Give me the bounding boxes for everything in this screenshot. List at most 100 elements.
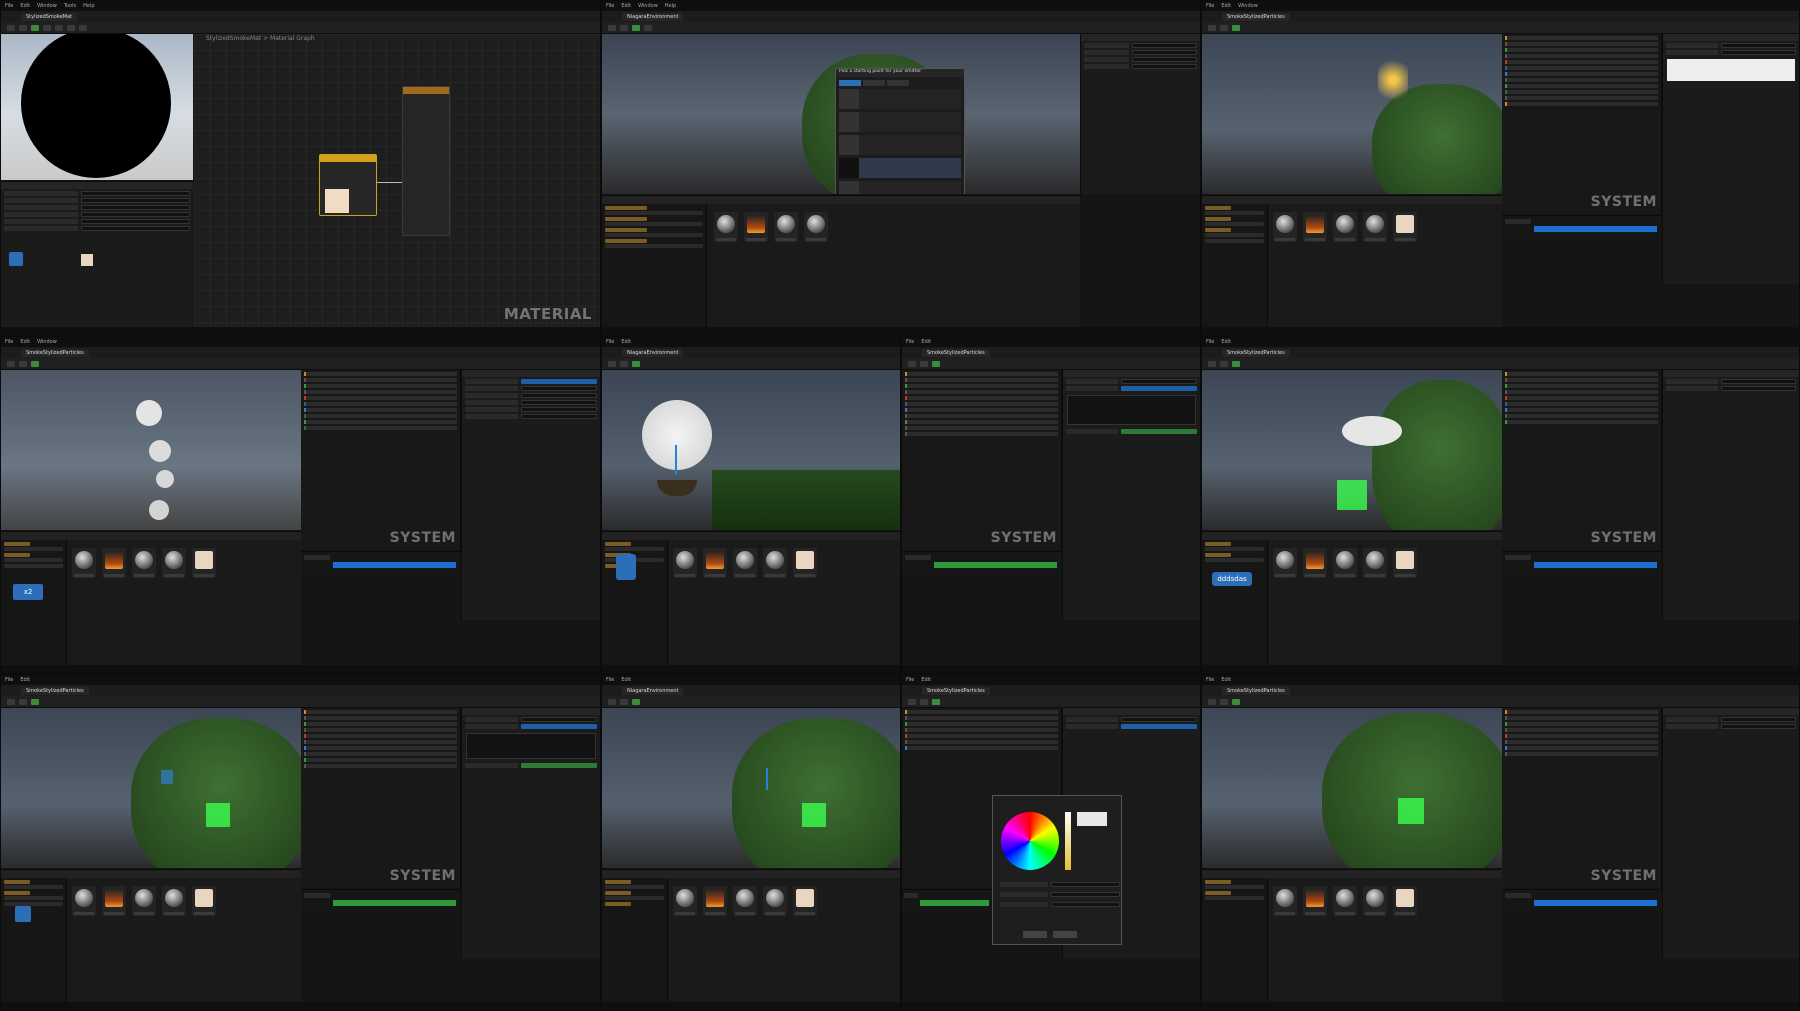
curve-editor[interactable]	[466, 733, 596, 759]
asset-tile[interactable]	[1303, 212, 1327, 242]
menu-file[interactable]: File	[1206, 3, 1214, 9]
param-row[interactable]	[1066, 379, 1197, 384]
param-row[interactable]	[1666, 50, 1796, 55]
level-viewport[interactable]	[602, 370, 900, 530]
details-row[interactable]	[4, 219, 190, 224]
menu-file[interactable]: File	[606, 3, 614, 9]
niagara-preview-viewport[interactable]	[1, 370, 301, 530]
menu-file[interactable]: File	[5, 677, 13, 683]
menu-edit[interactable]: Edit	[1221, 3, 1231, 9]
menu-file[interactable]: File	[1206, 677, 1214, 683]
asset-tile[interactable]	[1273, 212, 1297, 242]
dialog-tab-copy[interactable]	[887, 80, 909, 86]
menu-edit[interactable]: Edit	[20, 677, 30, 683]
menu-window[interactable]: Window	[1238, 3, 1258, 9]
transform-gizmo[interactable]	[766, 768, 768, 790]
menu-edit[interactable]: Edit	[20, 339, 30, 345]
asset-tile[interactable]	[743, 212, 768, 242]
niagara-preview-viewport[interactable]	[1, 708, 301, 868]
asset-tile[interactable]	[793, 548, 817, 578]
asset-tile[interactable]	[192, 548, 216, 578]
param-row[interactable]	[465, 717, 597, 722]
save-button[interactable]	[7, 24, 15, 31]
param-row[interactable]	[1066, 429, 1197, 434]
asset-tile[interactable]	[1393, 886, 1417, 916]
param-row[interactable]	[465, 379, 597, 384]
asset-tile[interactable]	[733, 548, 757, 578]
outliner-row[interactable]	[1084, 64, 1197, 69]
add-button[interactable]	[620, 24, 628, 31]
tab-niagara-system[interactable]: SmokeStylizedParticles	[21, 348, 89, 357]
param-row[interactable]	[465, 386, 597, 391]
menu-edit[interactable]: Edit	[621, 339, 631, 345]
drag-asset-icon[interactable]	[15, 906, 31, 922]
tab-niagara-system[interactable]: SmokeStylizedParticles	[1222, 348, 1290, 357]
menu-file[interactable]: File	[606, 677, 614, 683]
template-item[interactable]	[839, 89, 961, 109]
menu-help[interactable]: Help	[83, 3, 94, 9]
asset-tile[interactable]	[1303, 548, 1327, 578]
asset-tile[interactable]	[1333, 886, 1357, 916]
asset-tile[interactable]	[1303, 886, 1327, 916]
param-row[interactable]	[1666, 386, 1796, 391]
menu-edit[interactable]: Edit	[621, 677, 631, 683]
asset-tile[interactable]	[1333, 212, 1357, 242]
param-row[interactable]	[465, 393, 597, 398]
emitter-gizmo[interactable]	[161, 770, 173, 784]
menu-file[interactable]: File	[1206, 339, 1214, 345]
template-item-selected[interactable]	[839, 158, 961, 178]
outliner-row[interactable]	[1084, 43, 1197, 48]
folder-tree[interactable]	[1, 540, 67, 667]
curve-editor[interactable]	[1067, 395, 1196, 425]
asset-tile[interactable]	[703, 886, 727, 916]
asset-tile[interactable]	[72, 548, 96, 578]
folder-tree[interactable]	[1202, 878, 1268, 1004]
menu-window[interactable]: Window	[37, 3, 57, 9]
cancel-button[interactable]	[1053, 931, 1077, 938]
param-row[interactable]	[1666, 717, 1796, 722]
asset-tile[interactable]	[713, 212, 738, 242]
niagara-preview-viewport[interactable]	[1202, 34, 1502, 194]
color-wheel[interactable]	[1001, 812, 1059, 870]
tab-level[interactable]: NiagaraEnvironment	[622, 686, 684, 695]
menu-file[interactable]: File	[906, 339, 914, 345]
niagara-preview-viewport[interactable]	[1202, 708, 1502, 868]
tab-niagara-system[interactable]: SmokeStylizedParticles	[922, 348, 990, 357]
menu-file[interactable]: File	[5, 3, 13, 9]
apply-button[interactable]	[31, 24, 39, 31]
asset-tile[interactable]	[673, 548, 697, 578]
param-row[interactable]	[1066, 717, 1197, 722]
folder-tree[interactable]	[1, 878, 67, 1004]
color-value-row[interactable]	[1000, 882, 1120, 887]
compile-button[interactable]	[1220, 24, 1228, 31]
menu-file[interactable]: File	[606, 339, 614, 345]
menu-edit[interactable]: Edit	[921, 677, 931, 683]
param-row[interactable]	[465, 414, 597, 419]
template-item[interactable]	[839, 112, 961, 132]
details-row[interactable]	[4, 226, 190, 231]
folder-tree[interactable]	[1202, 540, 1268, 667]
tab-niagara-system[interactable]: SmokeStylizedParticles	[1222, 686, 1290, 695]
material-preview-viewport[interactable]	[1, 34, 193, 180]
folder-tree[interactable]	[602, 878, 668, 1004]
menu-window[interactable]: Window	[638, 3, 658, 9]
outliner-row[interactable]	[1084, 57, 1197, 62]
asset-tile[interactable]	[132, 548, 156, 578]
asset-tile[interactable]	[703, 548, 727, 578]
details-row[interactable]	[4, 205, 190, 210]
folder-tree[interactable]	[1202, 204, 1268, 329]
asset-tile[interactable]	[1363, 212, 1387, 242]
value-slider[interactable]	[1065, 812, 1071, 870]
details-row[interactable]	[4, 191, 190, 196]
menu-help[interactable]: Help	[665, 3, 676, 9]
home-button[interactable]	[55, 24, 63, 31]
drag-asset-badge[interactable]: x2	[13, 584, 43, 600]
tab-stylized-smoke-mat[interactable]: StylizedSmokeMat	[21, 12, 77, 21]
folder-tree[interactable]	[602, 204, 708, 329]
tab-level[interactable]: NiagaraEnvironment	[622, 12, 684, 21]
drag-asset-icon[interactable]	[616, 554, 636, 580]
ok-button[interactable]	[1023, 931, 1047, 938]
play-button[interactable]	[1232, 24, 1240, 31]
param-row[interactable]	[465, 763, 597, 768]
asset-tile[interactable]	[1393, 212, 1417, 242]
